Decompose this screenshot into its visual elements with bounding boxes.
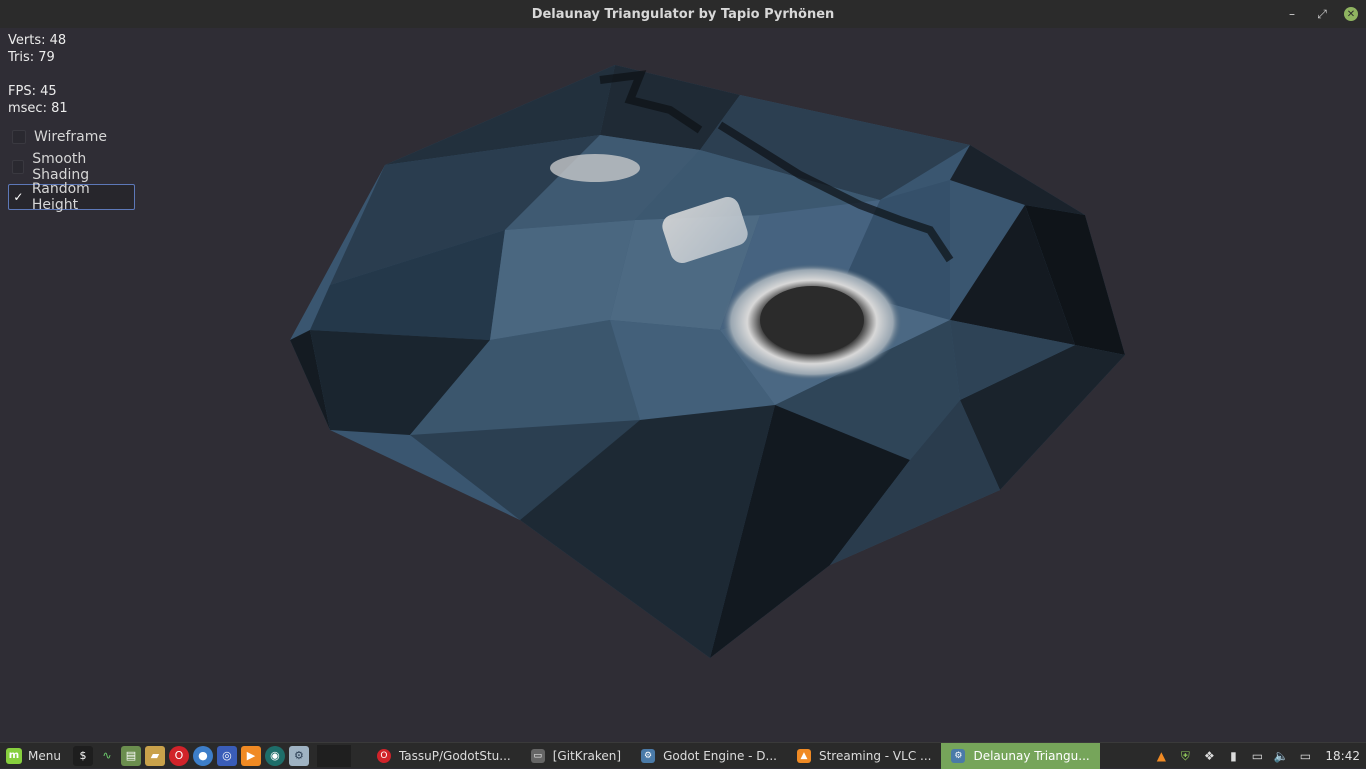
quick-launchers: $ ∿ ▤ ▰ O ● ◎ ▶ ◉ ⚙ [72,745,309,766]
files-manager-icon[interactable]: ▤ [120,745,141,766]
wireframe-label: Wireframe [34,129,108,145]
verts-count: Verts: 48 [8,33,67,48]
checkbox-box [12,130,26,144]
display-icon[interactable]: ▭ [1249,748,1265,764]
window-titlebar: Delaunay Triangulator by Tapio Pyrhönen … [0,0,1366,28]
folder-icon[interactable]: ▰ [144,745,165,766]
opera-icon: O [376,748,391,763]
app-b-icon[interactable]: ◎ [216,745,237,766]
task-label: [GitKraken] [552,748,622,763]
task-gitkraken[interactable]: ▭ [GitKraken] [521,743,631,769]
opera-icon[interactable]: O [168,745,189,766]
fps-readout: FPS: 45 [8,84,57,99]
terrain-mesh [290,65,1125,658]
workspace-switcher[interactable] [316,744,351,767]
checkbox-box [12,160,25,174]
godot-icon: ⚙ [951,748,966,763]
task-label: Delaunay Triangu... [973,748,1090,763]
godot-launcher-icon[interactable]: ⚙ [288,745,309,766]
render-viewport[interactable] [0,28,1366,742]
task-list: O TassuP/GodotStu... ▭ [GitKraken] ⚙ God… [367,742,1100,769]
vlc-icon: ▲ [796,748,811,763]
task-label: Streaming - VLC ... [818,748,932,763]
menu-label: Menu [28,748,61,763]
godot-icon: ⚙ [641,748,656,763]
mint-logo-icon: m [6,747,22,764]
task-delaunay[interactable]: ⚙ Delaunay Triangu... [941,742,1100,769]
vlc-launcher-icon[interactable]: ▶ [240,745,261,766]
task-opera[interactable]: O TassuP/GodotStu... [367,743,521,769]
system-monitor-icon[interactable]: ∿ [96,745,117,766]
gitkraken-launcher-icon[interactable]: ◉ [264,745,285,766]
task-vlc[interactable]: ▲ Streaming - VLC ... [787,743,941,769]
restore-icon[interactable]: ⤢ [1312,4,1332,24]
wireframe-checkbox[interactable]: Wireframe [8,124,135,150]
msec-readout: msec: 81 [8,101,68,116]
minimize-icon[interactable]: – [1282,4,1302,24]
close-icon[interactable]: ✕ [1344,7,1358,21]
network-icon[interactable]: ▮ [1225,748,1241,764]
clock[interactable]: 18:42 [1325,749,1360,763]
battery-icon[interactable]: ▭ [1297,748,1313,764]
app-a-icon[interactable]: ● [192,745,213,766]
dropbox-icon[interactable]: ❖ [1201,748,1217,764]
window-icon: ▭ [530,748,545,763]
check-icon: ✓ [13,190,24,204]
taskbar: m Menu $ ∿ ▤ ▰ O ● ◎ ▶ ◉ ⚙ O TassuP/Godo… [0,742,1366,769]
menu-button[interactable]: m Menu [0,743,67,769]
smooth-shading-checkbox[interactable]: Smooth Shading [8,151,135,183]
volume-icon[interactable]: 🔈 [1273,748,1289,764]
window-controls: – ⤢ ✕ [1282,4,1358,24]
options-panel: Wireframe Smooth Shading ✓ Random Height [8,124,135,214]
task-godot-engine[interactable]: ⚙ Godot Engine - D... [631,743,787,769]
random-height-label: Random Height [31,181,90,213]
task-label: Godot Engine - D... [663,748,777,763]
random-height-checkbox[interactable]: ✓ Random Height [8,181,135,213]
system-tray: ▲ ⛨ ❖ ▮ ▭ 🔈 ▭ 18:42 [1153,743,1360,769]
window-title: Delaunay Triangulator by Tapio Pyrhönen [531,6,835,22]
task-label: TassuP/GodotStu... [398,748,511,763]
tris-count: Tris: 79 [8,50,55,65]
shield-icon[interactable]: ⛨ [1177,748,1193,764]
vlc-tray-icon[interactable]: ▲ [1153,748,1169,764]
terminal-icon[interactable]: $ [72,745,93,766]
stats-panel: Verts: 48 Tris: 79 FPS: 45 msec: 81 [8,32,68,117]
smooth-shading-label: Smooth Shading [32,151,90,183]
